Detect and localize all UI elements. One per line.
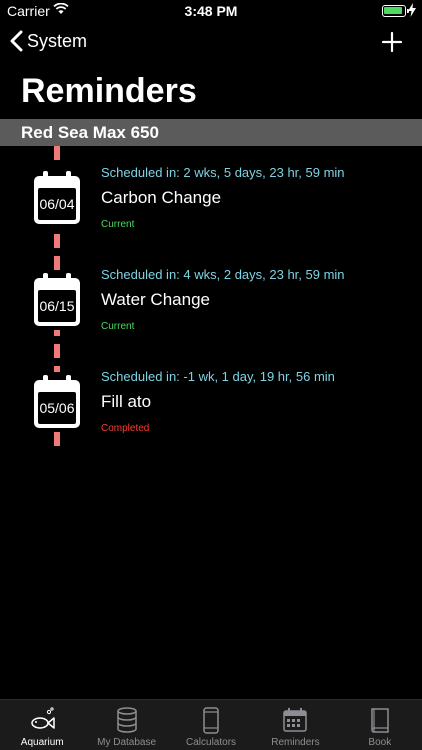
navigation-bar: System bbox=[0, 26, 422, 62]
tab-label: Reminders bbox=[271, 737, 320, 748]
calendar-icon bbox=[283, 708, 308, 732]
battery-icon bbox=[382, 5, 409, 17]
book-icon bbox=[371, 708, 389, 733]
add-icon[interactable] bbox=[380, 30, 404, 54]
reminder-item[interactable]: 06/15 Scheduled in: 4 wks, 2 days, 23 hr… bbox=[0, 262, 422, 364]
charging-icon bbox=[408, 3, 416, 17]
tab-label: Book bbox=[368, 737, 392, 748]
back-button[interactable]: System bbox=[10, 30, 87, 52]
section-title: Red Sea Max 650 bbox=[21, 123, 159, 142]
tab-my-database[interactable]: My Database bbox=[84, 700, 168, 750]
reminder-name: Fill ato bbox=[101, 392, 152, 411]
tab-label: Aquarium bbox=[20, 737, 64, 748]
reminder-status: Completed bbox=[101, 423, 150, 434]
page-title: Reminders bbox=[21, 72, 197, 110]
tab-bar: Aquarium My Database Calculators Reminde… bbox=[0, 699, 422, 750]
calendar-icon: 05/06 bbox=[31, 372, 83, 432]
tab-aquarium[interactable]: Aquarium bbox=[0, 700, 84, 750]
back-button-label: System bbox=[27, 30, 88, 51]
phone-icon bbox=[203, 707, 219, 734]
reminder-date: 05/06 bbox=[39, 400, 75, 416]
tab-calculators[interactable]: Calculators bbox=[169, 700, 253, 750]
reminder-status: Current bbox=[101, 321, 135, 332]
reminder-item[interactable]: 05/06 Scheduled in: -1 wk, 1 day, 19 hr,… bbox=[0, 364, 422, 466]
status-bar: Carrier 3:48 PM bbox=[0, 0, 422, 22]
tab-label: My Database bbox=[97, 737, 157, 748]
database-icon bbox=[116, 707, 137, 733]
reminder-name: Water Change bbox=[101, 290, 210, 309]
reminder-item[interactable]: 06/04 Scheduled in: 2 wks, 5 days, 23 hr… bbox=[0, 160, 422, 262]
tab-label: Calculators bbox=[186, 737, 237, 748]
reminder-date: 06/04 bbox=[39, 196, 75, 212]
reminder-status: Current bbox=[101, 219, 135, 230]
clock: 3:48 PM bbox=[184, 3, 238, 19]
fish-icon bbox=[31, 707, 55, 729]
calendar-icon: 06/04 bbox=[31, 168, 83, 228]
reminder-schedule: Scheduled in: 4 wks, 2 days, 23 hr, 59 m… bbox=[101, 267, 345, 282]
tab-reminders[interactable]: Reminders bbox=[253, 700, 337, 750]
section-header: Red Sea Max 650 bbox=[0, 119, 422, 146]
tab-book[interactable]: Book bbox=[338, 700, 422, 750]
reminder-schedule: Scheduled in: -1 wk, 1 day, 19 hr, 56 mi… bbox=[101, 369, 335, 384]
chevron-left-icon bbox=[10, 30, 23, 52]
reminder-name: Carbon Change bbox=[101, 188, 222, 207]
calendar-icon: 06/15 bbox=[31, 270, 83, 330]
reminder-schedule: Scheduled in: 2 wks, 5 days, 23 hr, 59 m… bbox=[101, 165, 345, 180]
reminder-date: 06/15 bbox=[39, 298, 75, 314]
